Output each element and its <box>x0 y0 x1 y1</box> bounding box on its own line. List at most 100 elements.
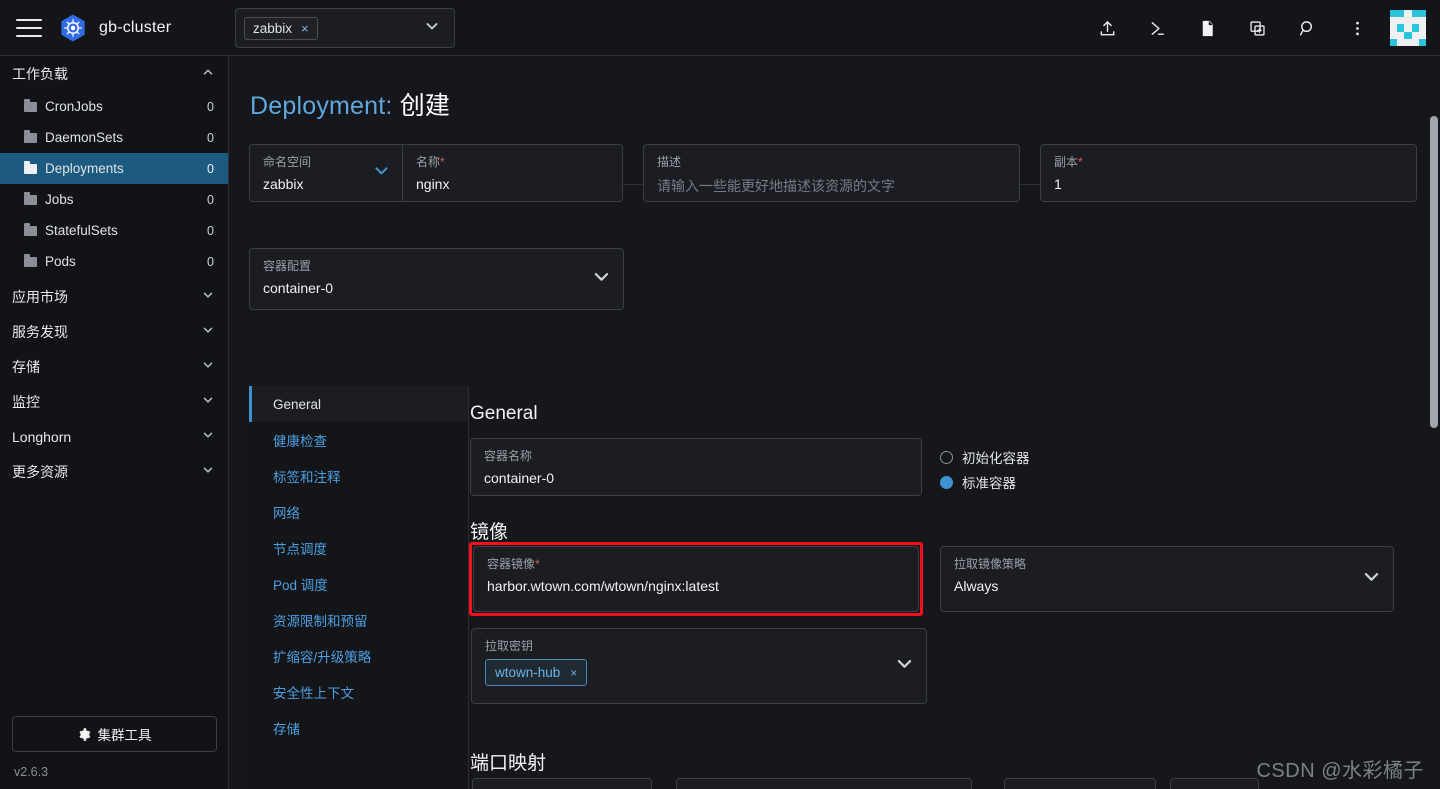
tab-node-scheduling[interactable]: 节点调度 <box>249 530 468 566</box>
chevron-down-icon[interactable] <box>202 464 214 479</box>
radio-icon[interactable] <box>940 450 953 464</box>
sidebar-item-pods[interactable]: Pods 0 <box>0 246 228 277</box>
container-image-value: harbor.wtown.com/wtown/nginx:latest <box>487 578 719 594</box>
sidebar-item-daemonsets[interactable]: DaemonSets 0 <box>0 122 228 153</box>
cluster-name[interactable]: gb-cluster <box>99 19 171 37</box>
replicas-field[interactable]: 副本* 1 <box>1040 144 1417 202</box>
container-config-label: 容器配置 <box>263 259 312 273</box>
sidebar-group-label: 更多资源 <box>12 463 68 480</box>
close-icon[interactable]: × <box>301 22 309 35</box>
sidebar-item-cronjobs[interactable]: CronJobs 0 <box>0 91 228 122</box>
description-placeholder: 请输入一些能更好地描述该资源的文字 <box>657 178 895 194</box>
tab-label: Pod 调度 <box>273 578 328 593</box>
pull-policy-field[interactable]: 拉取镜像策略 Always <box>940 546 1394 612</box>
sidebar-group-label: 存储 <box>12 358 40 375</box>
tab-network[interactable]: 网络 <box>249 494 468 530</box>
radio-icon-selected[interactable] <box>940 475 953 489</box>
chevron-down-icon[interactable] <box>424 18 440 39</box>
replicas-value: 1 <box>1054 176 1062 192</box>
sidebar-item-count: 0 <box>207 192 214 207</box>
pull-policy-value: Always <box>954 578 999 594</box>
sidebar-group-monitoring[interactable]: 监控 <box>0 384 228 419</box>
tab-storage[interactable]: 存储 <box>249 710 468 746</box>
terminal-icon[interactable] <box>1132 0 1182 56</box>
protocol-field[interactable]: 协议 TCP <box>1170 778 1259 789</box>
tab-health-check[interactable]: 健康检查 <box>249 422 468 458</box>
sidebar-item-label: StatefulSets <box>45 223 118 238</box>
sidebar-group-more-resources[interactable]: 更多资源 <box>0 454 228 489</box>
pull-secret-label: 拉取密钥 <box>485 639 534 653</box>
sidebar-group-service-discovery[interactable]: 服务发现 <box>0 314 228 349</box>
cluster-tools-button[interactable]: 集群工具 <box>12 716 217 752</box>
ports-heading: 端口映射 <box>470 753 547 774</box>
sidebar-group-storage[interactable]: 存储 <box>0 349 228 384</box>
container-port-field[interactable]: 容器端口 80 <box>1004 778 1156 789</box>
folder-icon <box>24 99 37 112</box>
main-content: Deployment: 创建 命名空间 zabbix 名称* nginx 描述 … <box>229 56 1440 789</box>
close-icon[interactable]: × <box>570 666 577 680</box>
required-marker: * <box>1078 155 1083 169</box>
sidebar-item-count: 0 <box>207 99 214 114</box>
chevron-up-icon[interactable] <box>202 66 214 81</box>
container-config-value: container-0 <box>263 280 334 296</box>
radio-standard-container[interactable]: 标准容器 <box>940 472 1016 492</box>
pull-secret-chip[interactable]: wtown-hub × <box>485 659 588 686</box>
name-field[interactable]: 名称* nginx <box>402 144 623 202</box>
container-name-field[interactable]: 容器名称 container-0 <box>470 438 922 496</box>
tab-scaling-upgrade[interactable]: 扩缩容/升级策略 <box>249 638 468 674</box>
gear-icon <box>78 727 90 741</box>
sidebar-item-label: Deployments <box>45 161 124 176</box>
more-vertical-icon[interactable] <box>1332 0 1382 56</box>
tab-general[interactable]: General <box>249 386 468 422</box>
sidebar-item-jobs[interactable]: Jobs 0 <box>0 184 228 215</box>
sidebar-group-label: 工作负载 <box>12 65 68 82</box>
service-type-field[interactable]: 服务类型 集群 IP 地址 <box>472 778 652 789</box>
sidebar-group-longhorn[interactable]: Longhorn <box>0 419 228 454</box>
description-field[interactable]: 描述 请输入一些能更好地描述该资源的文字 <box>643 144 1020 202</box>
namespace-field[interactable]: 命名空间 zabbix <box>249 144 402 202</box>
tab-label: 扩缩容/升级策略 <box>273 650 372 665</box>
tab-label: 资源限制和预留 <box>273 614 368 629</box>
top-bar: gb-cluster zabbix × <box>0 0 1440 56</box>
sidebar-group-appstore[interactable]: 应用市场 <box>0 279 228 314</box>
port-name-field[interactable]: 名称 <box>676 778 972 789</box>
sidebar-item-label: Jobs <box>45 192 74 207</box>
namespace-chip[interactable]: zabbix × <box>244 16 318 40</box>
sidebar-item-statefulsets[interactable]: StatefulSets 0 <box>0 215 228 246</box>
version-label: v2.6.3 <box>14 765 49 779</box>
file-icon[interactable] <box>1182 0 1232 56</box>
radio-init-container[interactable]: 初始化容器 <box>940 447 1030 467</box>
top-toolbar <box>1082 0 1426 56</box>
tab-resource-limits[interactable]: 资源限制和预留 <box>249 602 468 638</box>
container-image-field[interactable]: 容器镜像* harbor.wtown.com/wtown/nginx:lates… <box>473 546 919 612</box>
upload-icon[interactable] <box>1082 0 1132 56</box>
page-title-suffix: 创建 <box>399 92 451 120</box>
chevron-down-icon[interactable] <box>202 429 214 444</box>
chevron-down-icon[interactable] <box>202 394 214 409</box>
tab-label: 安全性上下文 <box>273 686 354 701</box>
copy-icon[interactable] <box>1232 0 1282 56</box>
namespace-selector[interactable]: zabbix × <box>235 8 455 48</box>
name-label-text: 名称 <box>416 155 441 169</box>
folder-icon <box>24 161 37 174</box>
sidebar-item-count: 0 <box>207 254 214 269</box>
hamburger-icon[interactable] <box>16 18 42 37</box>
tab-security-context[interactable]: 安全性上下文 <box>249 674 468 710</box>
chevron-down-icon[interactable] <box>202 324 214 339</box>
container-config-select[interactable]: 容器配置 container-0 <box>249 248 624 310</box>
tab-labels-annotations[interactable]: 标签和注释 <box>249 458 468 494</box>
chevron-down-icon[interactable] <box>202 359 214 374</box>
namespace-value: zabbix <box>263 176 304 192</box>
chevron-down-icon[interactable] <box>202 289 214 304</box>
sidebar-item-deployments[interactable]: Deployments 0 <box>0 153 228 184</box>
pull-policy-label: 拉取镜像策略 <box>954 557 1027 571</box>
sidebar-item-count: 0 <box>207 161 214 176</box>
radio-label: 标准容器 <box>962 476 1016 491</box>
search-icon[interactable] <box>1282 0 1332 56</box>
sidebar-group-label: 应用市场 <box>12 288 68 305</box>
vertical-scrollbar[interactable] <box>1430 116 1438 428</box>
pull-secret-field[interactable]: 拉取密钥 wtown-hub × <box>471 628 927 704</box>
sidebar-group-workloads[interactable]: 工作负载 <box>0 56 228 91</box>
tab-pod-scheduling[interactable]: Pod 调度 <box>249 566 468 602</box>
avatar[interactable] <box>1390 10 1426 46</box>
